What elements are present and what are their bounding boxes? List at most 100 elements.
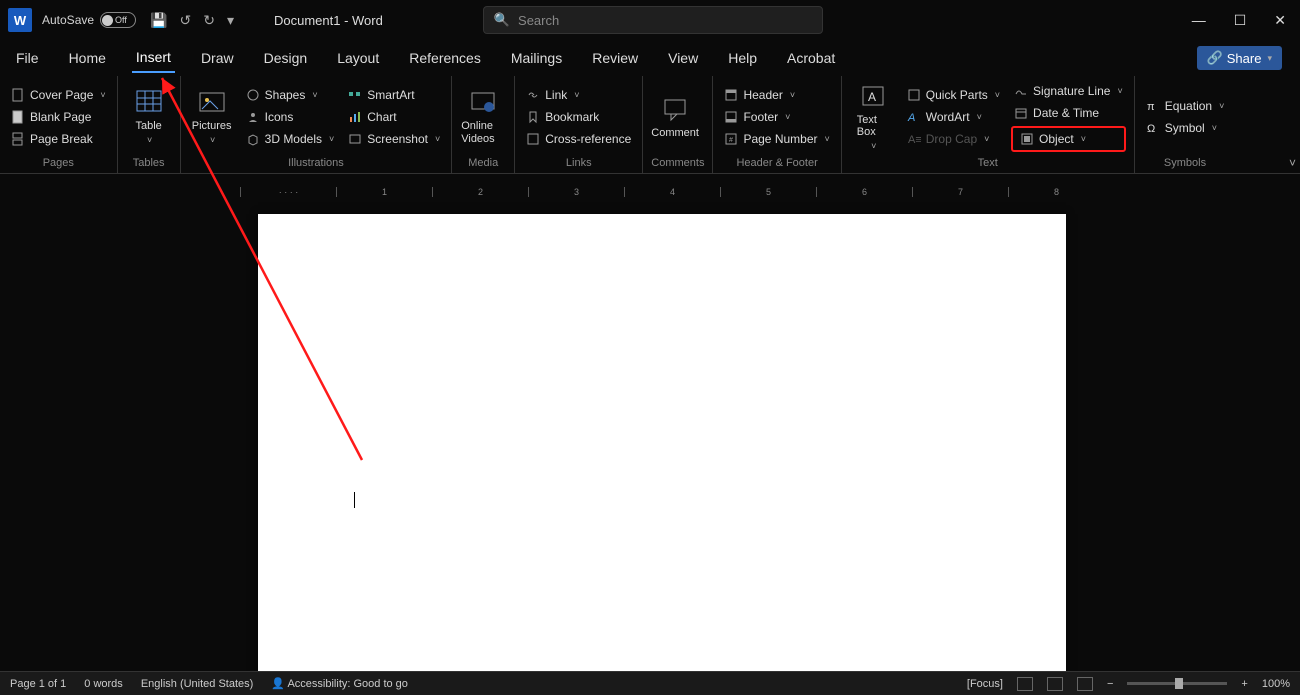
footer-label: Footer bbox=[743, 110, 778, 124]
bookmark-label: Bookmark bbox=[545, 110, 599, 124]
accessibility-icon: 👤 bbox=[271, 678, 285, 690]
signature-line-button[interactable]: Signature Line˅ bbox=[1011, 82, 1126, 100]
web-layout-icon[interactable] bbox=[1077, 677, 1093, 691]
quick-parts-button[interactable]: Quick Parts˅ bbox=[904, 86, 1003, 104]
cover-page-label: Cover Page bbox=[30, 88, 93, 102]
symbol-button[interactable]: ΩSymbol˅ bbox=[1143, 119, 1228, 137]
document-page[interactable] bbox=[258, 214, 1066, 671]
page-break-button[interactable]: Page Break bbox=[8, 130, 109, 148]
screenshot-button[interactable]: Screenshot˅ bbox=[345, 130, 443, 148]
table-button[interactable]: Table ˅ bbox=[126, 80, 172, 154]
group-label: Header & Footer bbox=[721, 154, 832, 169]
document-title: Document1 - Word bbox=[274, 13, 383, 28]
focus-label: Focus bbox=[970, 678, 1000, 690]
object-label: Object bbox=[1039, 132, 1074, 146]
ruler-mark: 2 bbox=[432, 187, 528, 197]
qat-more-icon[interactable]: ▾ bbox=[227, 12, 234, 29]
page-break-label: Page Break bbox=[30, 132, 93, 146]
page-number-button[interactable]: #Page Number˅ bbox=[721, 130, 832, 148]
cross-reference-button[interactable]: Cross-reference bbox=[523, 130, 634, 148]
tab-file[interactable]: File bbox=[12, 44, 43, 72]
equation-button[interactable]: πEquation˅ bbox=[1143, 97, 1228, 115]
page-indicator[interactable]: Page 1 of 1 bbox=[10, 678, 66, 690]
focus-mode-button[interactable]: [Focus] bbox=[967, 678, 1003, 690]
chevron-down-icon: ˅ bbox=[825, 134, 830, 144]
maximize-icon[interactable]: ☐ bbox=[1234, 12, 1247, 29]
tab-help[interactable]: Help bbox=[724, 44, 761, 72]
zoom-out-button[interactable]: − bbox=[1107, 678, 1113, 690]
icons-button[interactable]: Icons bbox=[243, 108, 338, 126]
blank-page-button[interactable]: Blank Page bbox=[8, 108, 109, 126]
table-icon bbox=[135, 89, 163, 117]
tab-insert[interactable]: Insert bbox=[132, 43, 175, 73]
svg-text:A: A bbox=[907, 112, 915, 124]
autosave-toggle[interactable]: Off bbox=[100, 12, 136, 28]
comment-button[interactable]: Comment bbox=[651, 80, 699, 154]
ruler-mark: · · · · bbox=[240, 187, 336, 197]
group-label: Text bbox=[850, 154, 1126, 169]
date-time-button[interactable]: Date & Time bbox=[1011, 104, 1126, 122]
language-indicator[interactable]: English (United States) bbox=[141, 678, 254, 690]
horizontal-ruler[interactable]: · · · · 1 2 3 4 5 6 7 8 bbox=[240, 184, 1290, 200]
chevron-down-icon: ˅ bbox=[1081, 134, 1086, 144]
comment-icon bbox=[661, 96, 689, 124]
blank-page-icon bbox=[11, 110, 25, 124]
search-placeholder: Search bbox=[518, 13, 559, 28]
cover-page-button[interactable]: Cover Page˅ bbox=[8, 86, 109, 104]
shapes-button[interactable]: Shapes˅ bbox=[243, 86, 338, 104]
read-mode-icon[interactable] bbox=[1017, 677, 1033, 691]
chevron-down-icon: ˅ bbox=[312, 90, 317, 100]
tab-references[interactable]: References bbox=[405, 44, 485, 72]
tab-acrobat[interactable]: Acrobat bbox=[783, 44, 839, 72]
3d-models-button[interactable]: 3D Models˅ bbox=[243, 130, 338, 148]
save-icon[interactable]: 💾 bbox=[150, 12, 167, 29]
footer-button[interactable]: Footer˅ bbox=[721, 108, 832, 126]
chevron-down-icon: ▾ bbox=[1267, 53, 1272, 64]
pictures-button[interactable]: Pictures ˅ bbox=[189, 80, 235, 154]
redo-icon[interactable]: ↻ bbox=[203, 12, 215, 29]
print-layout-icon[interactable] bbox=[1047, 677, 1063, 691]
word-count[interactable]: 0 words bbox=[84, 678, 123, 690]
undo-icon[interactable]: ↺ bbox=[179, 12, 191, 29]
wordart-button[interactable]: AWordArt˅ bbox=[904, 108, 1003, 126]
header-label: Header bbox=[743, 88, 782, 102]
tab-review[interactable]: Review bbox=[588, 44, 642, 72]
header-button[interactable]: Header ˅ bbox=[721, 86, 832, 104]
collapse-ribbon-icon[interactable]: ˅ bbox=[1289, 156, 1296, 170]
calendar-icon bbox=[1014, 106, 1028, 120]
text-box-button[interactable]: A Text Box ˅ bbox=[850, 80, 896, 154]
drop-cap-button[interactable]: A≡Drop Cap˅ bbox=[904, 130, 1003, 148]
bookmark-button[interactable]: Bookmark bbox=[523, 108, 634, 126]
chevron-down-icon: ˅ bbox=[790, 90, 795, 100]
smartart-button[interactable]: SmartArt bbox=[345, 86, 443, 104]
link-button[interactable]: Link˅ bbox=[523, 86, 634, 104]
group-comments: Comment Comments bbox=[643, 76, 713, 173]
zoom-slider[interactable] bbox=[1127, 682, 1227, 685]
online-videos-button[interactable]: Online Videos bbox=[460, 80, 506, 154]
footer-icon bbox=[724, 110, 738, 124]
tab-draw[interactable]: Draw bbox=[197, 44, 238, 72]
text-cursor bbox=[354, 492, 355, 508]
search-box[interactable]: 🔍 Search bbox=[483, 6, 823, 34]
chart-button[interactable]: Chart bbox=[345, 108, 443, 126]
close-icon[interactable]: ✕ bbox=[1274, 12, 1286, 29]
group-label: Links bbox=[523, 154, 634, 169]
tab-design[interactable]: Design bbox=[260, 44, 312, 72]
autosave-control[interactable]: AutoSave Off bbox=[42, 12, 136, 28]
toggle-knob-icon bbox=[102, 15, 113, 26]
zoom-in-button[interactable]: + bbox=[1241, 678, 1247, 690]
tab-view[interactable]: View bbox=[664, 44, 702, 72]
zoom-level[interactable]: 100% bbox=[1262, 678, 1290, 690]
vertical-ruler[interactable] bbox=[6, 204, 22, 671]
group-symbols: πEquation˅ ΩSymbol˅ Symbols bbox=[1135, 76, 1236, 173]
tab-layout[interactable]: Layout bbox=[333, 44, 383, 72]
chevron-down-icon: ˅ bbox=[1219, 101, 1224, 111]
minimize-icon[interactable]: — bbox=[1192, 12, 1206, 29]
object-button[interactable]: Object ˅ bbox=[1017, 130, 1120, 148]
drop-cap-icon: A≡ bbox=[907, 132, 921, 146]
tab-home[interactable]: Home bbox=[65, 44, 110, 72]
group-label: Symbols bbox=[1143, 154, 1228, 169]
accessibility-status[interactable]: 👤 Accessibility: Good to go bbox=[271, 677, 408, 690]
share-button[interactable]: 🔗 Share ▾ bbox=[1197, 46, 1282, 70]
tab-mailings[interactable]: Mailings bbox=[507, 44, 566, 72]
